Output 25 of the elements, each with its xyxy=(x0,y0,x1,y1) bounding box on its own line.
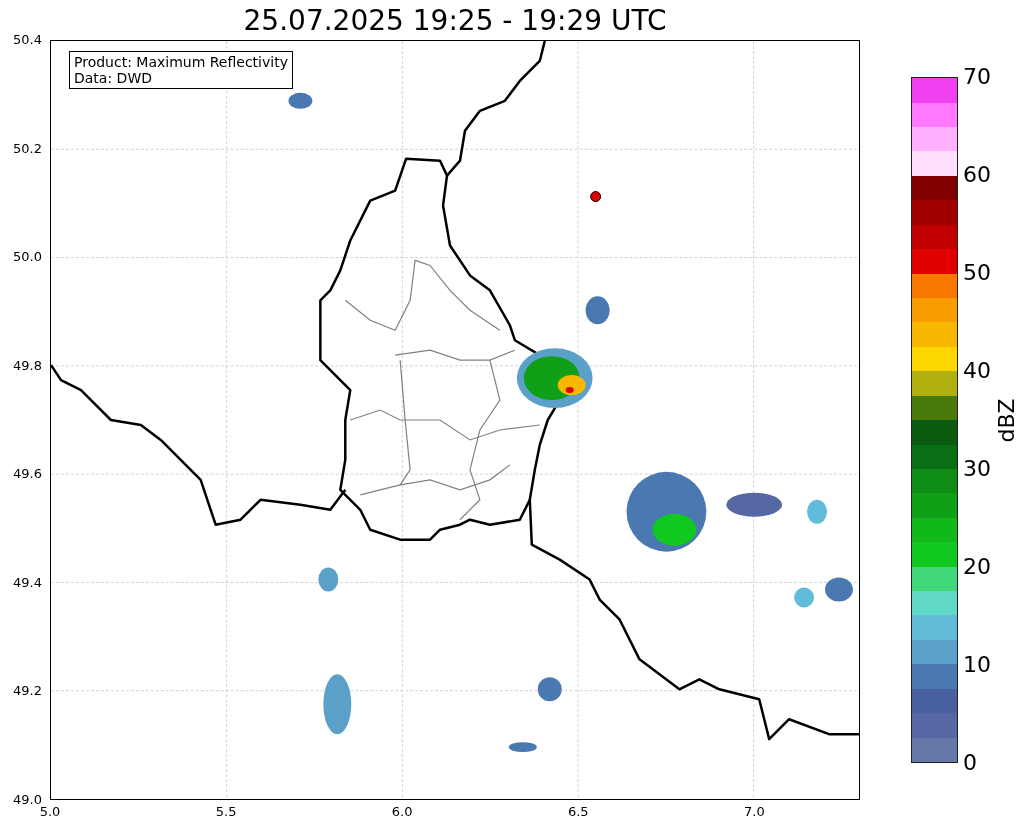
colorbar-label: dBZ xyxy=(993,397,1019,443)
axis-tick-label: 5.5 xyxy=(214,804,238,819)
axis-tick-label: 7.0 xyxy=(743,804,766,819)
colorbar-tick-label: 0 xyxy=(963,750,978,776)
chart-title: 25.07.2025 19:25 - 19:29 UTC xyxy=(243,4,667,38)
colorbar-tick-label: 40 xyxy=(963,358,991,384)
colorbar-tick-label: 50 xyxy=(963,260,991,286)
axis-tick-label: 5.0 xyxy=(38,804,62,819)
colorbar-tick-label: 70 xyxy=(963,64,991,90)
axis-tick-label: 50.2 xyxy=(13,140,42,157)
axis-tick-label: 50.0 xyxy=(13,249,42,266)
colorbar-tick-label: 10 xyxy=(963,652,991,678)
annotation-text: Product: Maximum Reflectivity xyxy=(74,54,288,70)
axis-tick-label: 6.5 xyxy=(566,804,590,819)
annotation-text: Data: DWD xyxy=(74,70,153,86)
axis-tick-label: 49.6 xyxy=(13,466,42,483)
axis-tick-label: 6.0 xyxy=(390,804,414,819)
colorbar-tick-label: 60 xyxy=(963,162,991,188)
axis-tick-label: 49.2 xyxy=(13,683,42,700)
colorbar-tick-label: 30 xyxy=(963,456,991,482)
axis-tick-label: 49.4 xyxy=(13,574,42,591)
axis-tick-label: 49.8 xyxy=(13,357,42,374)
colorbar-tick-label: 20 xyxy=(963,554,991,580)
axis-tick-label: 49.0 xyxy=(13,792,42,807)
axis-tick-label: 50.4 xyxy=(13,32,42,48)
